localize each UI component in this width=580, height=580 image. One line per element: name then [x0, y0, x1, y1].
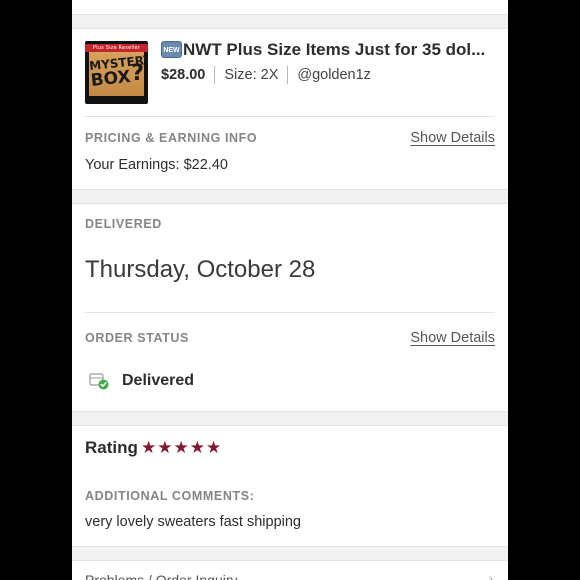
order-details-screen: Plus Size Reseller MYSTERY BOX ? NEW NWT…	[72, 0, 508, 580]
chevron-right-icon: ›	[488, 570, 493, 580]
additional-comments-label: ADDITIONAL COMMENTS:	[85, 489, 255, 503]
delivered-date: Thursday, October 28	[85, 256, 316, 283]
delivered-package-icon	[89, 373, 109, 390]
previous-card	[72, 0, 508, 14]
order-status-show-details-link[interactable]: Show Details	[410, 330, 495, 346]
rating-label: Rating	[85, 438, 138, 457]
new-emoji-badge: NEW	[161, 41, 182, 58]
seller-handle[interactable]: @golden1z	[297, 67, 371, 83]
meta-divider	[287, 66, 289, 84]
product-title[interactable]: NWT Plus Size Items Just for 35 dol...	[183, 40, 503, 60]
thumbnail-ribbon: Plus Size Reseller	[85, 44, 148, 52]
order-status-value: Delivered	[122, 372, 195, 389]
product-thumbnail[interactable]: Plus Size Reseller MYSTERY BOX ?	[85, 41, 148, 104]
pricing-section-label: PRICING & EARNING INFO	[85, 131, 258, 145]
rating-stars-icon: ★★★★★	[141, 438, 223, 457]
product-meta: $28.00 Size: 2X @golden1z	[161, 66, 371, 84]
additional-comments-text: very lovely sweaters fast shipping	[85, 514, 301, 530]
thumbnail-question-mark: ?	[131, 61, 144, 86]
problems-order-inquiry-link[interactable]: Problems / Order Inquiry	[85, 572, 238, 580]
order-status-label: ORDER STATUS	[85, 331, 189, 345]
product-price: $28.00	[161, 67, 206, 83]
meta-divider	[214, 66, 216, 84]
delivered-section-label: DELIVERED	[85, 217, 162, 231]
your-earnings: Your Earnings: $22.40	[85, 157, 228, 173]
thumbnail-text-box: BOX	[89, 66, 132, 91]
pricing-show-details-link[interactable]: Show Details	[410, 130, 495, 146]
product-size: Size: 2X	[224, 67, 279, 83]
